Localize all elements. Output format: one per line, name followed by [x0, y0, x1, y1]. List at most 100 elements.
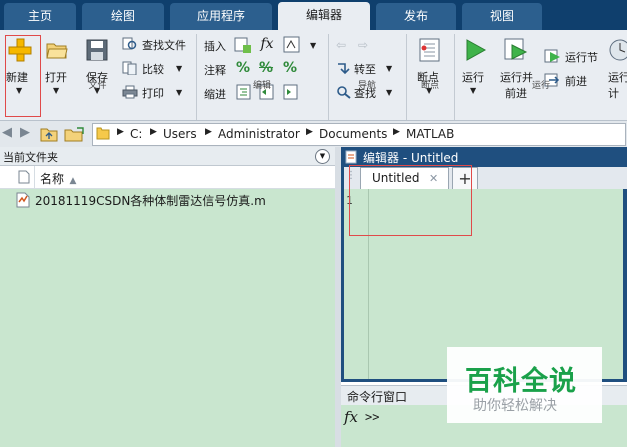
- tab-apps[interactable]: 应用程序: [170, 3, 272, 30]
- goto-dropdown-icon: ▼: [386, 64, 393, 73]
- folder-up-icon: [40, 128, 58, 142]
- watermark-title: 百科全说: [465, 366, 577, 397]
- percent-strike-icon: %: [259, 60, 274, 76]
- fx-icon[interactable]: fx: [344, 408, 358, 426]
- breadcrumb-administrator[interactable]: Administrator: [218, 127, 300, 141]
- run-and-time-button[interactable]: 运行 计: [606, 36, 627, 102]
- tab-view[interactable]: 视图: [462, 3, 542, 30]
- goto-arrow-icon: [338, 63, 350, 75]
- run-section-button[interactable]: 运行节: [544, 48, 600, 64]
- compare-button[interactable]: 比较 ▼: [122, 60, 192, 76]
- breadcrumb-separator-icon: ▶: [117, 127, 124, 137]
- insert-section-icon: [234, 37, 251, 53]
- breadcrumb-drive[interactable]: C:: [130, 127, 142, 141]
- current-folder-title: 当前文件夹: [3, 151, 58, 164]
- navigate-group-label: 导航: [357, 81, 376, 91]
- save-disk-icon: [86, 39, 108, 61]
- tab-plots[interactable]: 绘图: [82, 3, 164, 30]
- tab-view-label: 视图: [489, 9, 514, 23]
- watermark-subtitle: 助你轻松解决: [473, 398, 557, 414]
- up-folder-button[interactable]: [40, 126, 58, 142]
- insert-label: 插入: [204, 40, 226, 53]
- ribbon-separator: [196, 34, 197, 120]
- file-type-column-icon: [18, 170, 30, 184]
- breadcrumb-documents[interactable]: Documents: [319, 127, 387, 141]
- run-button[interactable]: 运行 ▼: [460, 36, 490, 106]
- nav-forward-button[interactable]: ⇨: [358, 38, 372, 52]
- new-button[interactable]: 新建 ▼: [4, 36, 38, 114]
- breadcrumb-separator-icon: ▶: [393, 127, 400, 137]
- compare-icon: [122, 61, 137, 75]
- breadcrumb-users[interactable]: Users: [163, 127, 197, 141]
- goto-label: 转至: [354, 63, 376, 76]
- file-group-label: 文件: [88, 81, 107, 91]
- panel-actions-button[interactable]: ▼: [315, 149, 330, 164]
- find-files-button[interactable]: 查找文件: [122, 36, 192, 52]
- tab-apps-label: 应用程序: [196, 9, 245, 23]
- breadcrumb-separator-icon: ▶: [306, 127, 313, 137]
- browse-folder-button[interactable]: [64, 126, 84, 142]
- browse-folder-icon: [64, 127, 84, 142]
- edit-group-label: 编辑: [252, 81, 271, 91]
- comment-label: 注释: [204, 64, 226, 77]
- insert-function-button[interactable]: fx: [258, 36, 276, 54]
- insert-dropdown-icon[interactable]: ▼: [310, 41, 316, 50]
- name-column-label: 名称: [40, 172, 65, 186]
- tab-editor[interactable]: 编辑器: [278, 2, 370, 30]
- tab-plots-label: 绘图: [110, 9, 135, 23]
- path-folder-icon: [96, 126, 110, 140]
- breadcrumb-separator-icon: ▶: [205, 127, 212, 137]
- back-nav-button[interactable]: ◀: [2, 125, 12, 140]
- ribbon-separator: [454, 34, 455, 120]
- open-button[interactable]: 打开 ▼: [44, 36, 72, 106]
- breakpoints-group-label: 断点: [420, 81, 439, 91]
- new-plus-icon: [8, 38, 32, 62]
- editor-doc-icon: [345, 150, 357, 164]
- save-button[interactable]: 保存 ▼: [82, 36, 112, 106]
- insert-section-button[interactable]: [234, 36, 252, 54]
- fx-icon: fx: [260, 36, 274, 52]
- tab-publish-label: 发布: [403, 9, 428, 23]
- back-arrow-icon: ⇦: [336, 38, 347, 52]
- nav-back-button[interactable]: ⇦: [336, 38, 350, 52]
- insert-other-button[interactable]: [283, 36, 301, 54]
- wrap-comments-button[interactable]: %: [283, 60, 299, 76]
- sort-ascending-icon: ▲: [69, 176, 77, 186]
- editor-titlebar: 编辑器 - Untitled: [341, 147, 627, 167]
- column-divider: [34, 166, 35, 188]
- run-and-advance-button[interactable]: 运行并 前进: [498, 36, 536, 102]
- breakpoints-button[interactable]: 断点 ▼: [412, 36, 448, 106]
- forward-arrow-icon: ▶: [20, 125, 30, 140]
- goto-button[interactable]: 转至 ▼: [336, 60, 396, 76]
- folder-open-icon: [46, 43, 68, 59]
- compare-dropdown-icon: ▼: [176, 64, 183, 73]
- find-files-icon: [122, 37, 137, 50]
- run-advance-icon: [504, 38, 528, 60]
- file-list-item[interactable]: 20181119CSDN各种体制雷达信号仿真.m: [16, 191, 334, 209]
- run-group-label: 运行: [531, 81, 550, 91]
- insert-code-icon: [283, 36, 300, 53]
- run-section-label: 运行节: [565, 51, 598, 64]
- uncomment-button[interactable]: %: [259, 60, 275, 76]
- tab-editor-label: 编辑器: [305, 8, 342, 22]
- tab-home[interactable]: 主页: [4, 3, 76, 30]
- tab-publish[interactable]: 发布: [376, 3, 456, 30]
- forward-nav-button[interactable]: ▶: [20, 125, 30, 140]
- compare-label: 比较: [142, 63, 164, 76]
- comment-button[interactable]: %: [236, 60, 252, 76]
- wrap-comment-icon: %: [283, 60, 298, 76]
- editor-title: 编辑器 - Untitled: [363, 151, 459, 165]
- editor-highlight-box: [349, 165, 472, 236]
- watermark: 百科全说 助你轻松解决: [447, 347, 602, 423]
- forward-arrow-icon: ⇨: [358, 38, 369, 52]
- breadcrumb-matlab[interactable]: MATLAB: [406, 127, 454, 141]
- file-name: 20181119CSDN各种体制雷达信号仿真.m: [35, 194, 266, 208]
- ribbon-separator: [406, 34, 407, 120]
- breakpoints-icon: [419, 38, 440, 62]
- run-play-icon: [466, 39, 487, 61]
- run-section-icon: [544, 49, 560, 63]
- percent-icon: %: [236, 60, 251, 76]
- back-arrow-icon: ◀: [2, 125, 12, 140]
- name-column-header[interactable]: 名称 ▲: [40, 170, 160, 186]
- matlab-script-file-icon: [16, 192, 30, 208]
